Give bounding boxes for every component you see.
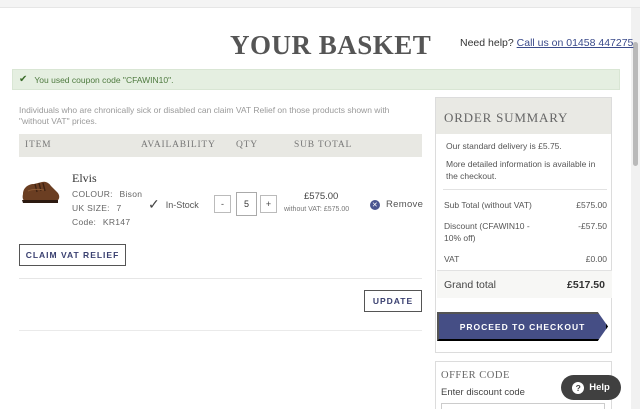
availability-text: In-Stock bbox=[165, 199, 199, 210]
summary-row-discount: Discount (CFAWIN10 - 10% off) -£57.50 bbox=[444, 220, 607, 244]
question-icon[interactable]: ? bbox=[572, 381, 585, 394]
divider bbox=[443, 189, 607, 190]
header-item: ITEM bbox=[25, 140, 52, 150]
remove-label[interactable]: Remove bbox=[386, 199, 423, 210]
close-icon[interactable]: ✕ bbox=[370, 199, 380, 210]
code-value: KR147 bbox=[102, 217, 131, 227]
scrollbar-thumb[interactable] bbox=[633, 42, 638, 166]
delivery-note: Our standard delivery is £5.75. bbox=[446, 141, 562, 151]
check-icon: ✔ bbox=[19, 74, 28, 85]
product-price-without-vat: without VAT: £575.00 bbox=[284, 206, 350, 213]
colour-value: Bison bbox=[119, 189, 143, 199]
quantity-increase-button[interactable]: + bbox=[260, 195, 277, 213]
vat-relief-note: Individuals who are chronically sick or … bbox=[19, 105, 390, 126]
order-summary-title: ORDER SUMMARY bbox=[436, 98, 611, 134]
update-basket-button[interactable]: UPDATE bbox=[364, 290, 422, 312]
summary-row-subtotal: Sub Total (without VAT) £575.00 bbox=[444, 200, 607, 210]
grand-total-value: £517.50 bbox=[567, 278, 605, 291]
need-help-text: Need help? Call us on 01458 447275 bbox=[460, 37, 633, 49]
product-colour: COLOUR: Bison bbox=[72, 189, 142, 199]
divider bbox=[19, 278, 422, 279]
call-us-link[interactable]: Call us on 01458 447275 bbox=[517, 37, 634, 49]
product-subtotal: £575.00 bbox=[304, 191, 339, 202]
header-availability: AVAILABILITY bbox=[141, 140, 216, 150]
help-label[interactable]: Help bbox=[589, 382, 610, 393]
delivery-info: Our standard delivery is £5.75. More det… bbox=[446, 140, 606, 188]
header-qty: QTY bbox=[236, 140, 258, 150]
discount-code-input[interactable] bbox=[441, 403, 605, 409]
quantity-decrease-button[interactable]: - bbox=[214, 195, 231, 213]
discount-code-label: Enter discount code bbox=[441, 387, 525, 398]
colour-label: COLOUR: bbox=[72, 189, 113, 199]
product-code: Code: KR147 bbox=[72, 217, 130, 227]
summary-row-label: Sub Total (without VAT) bbox=[444, 200, 532, 210]
summary-row-vat: VAT £0.00 bbox=[444, 254, 607, 264]
product-name[interactable]: Elvis bbox=[72, 171, 97, 186]
availability-status: ✓ In-Stock bbox=[148, 196, 199, 213]
code-label: Code: bbox=[72, 217, 97, 227]
product-image[interactable] bbox=[20, 172, 62, 208]
summary-row-value: £0.00 bbox=[585, 254, 607, 264]
grand-total-row: Grand total £517.50 bbox=[437, 270, 612, 298]
summary-row-value: -£57.50 bbox=[578, 221, 607, 231]
summary-row-value: £575.00 bbox=[576, 200, 607, 210]
quantity-input[interactable]: 5 bbox=[236, 192, 257, 216]
grand-total-label: Grand total bbox=[444, 278, 496, 291]
page-title: YOUR BASKET bbox=[230, 30, 432, 60]
size-label: UK SIZE: bbox=[72, 203, 110, 213]
product-size: UK SIZE: 7 bbox=[72, 203, 122, 213]
header-subtotal: SUB TOTAL bbox=[294, 140, 353, 150]
need-help-label: Need help? bbox=[460, 37, 514, 49]
browser-top-strip bbox=[0, 0, 640, 8]
size-value: 7 bbox=[116, 203, 122, 213]
page-scrollbar[interactable] bbox=[631, 8, 640, 409]
basket-table-header: ITEM AVAILABILITY QTY SUB TOTAL bbox=[19, 134, 422, 157]
claim-vat-relief-button[interactable]: CLAIM VAT RELIEF bbox=[19, 244, 126, 266]
remove-item-button[interactable]: ✕ Remove bbox=[370, 199, 423, 210]
offer-code-title: OFFER CODE bbox=[441, 370, 510, 381]
summary-row-label: VAT bbox=[444, 254, 460, 264]
delivery-more-info: More detailed information is available i… bbox=[446, 159, 596, 181]
help-button[interactable]: ? Help bbox=[561, 375, 621, 400]
checkmark-icon: ✓ bbox=[148, 196, 160, 212]
proceed-to-checkout-button[interactable]: PROCEED TO CHECKOUT bbox=[437, 312, 608, 341]
divider bbox=[19, 330, 422, 331]
summary-row-label: Discount (CFAWIN10 - 10% off) bbox=[444, 221, 530, 243]
coupon-banner-text: You used coupon code "CFAWIN10". bbox=[34, 74, 174, 85]
coupon-success-banner: ✔ You used coupon code "CFAWIN10". bbox=[12, 69, 620, 90]
